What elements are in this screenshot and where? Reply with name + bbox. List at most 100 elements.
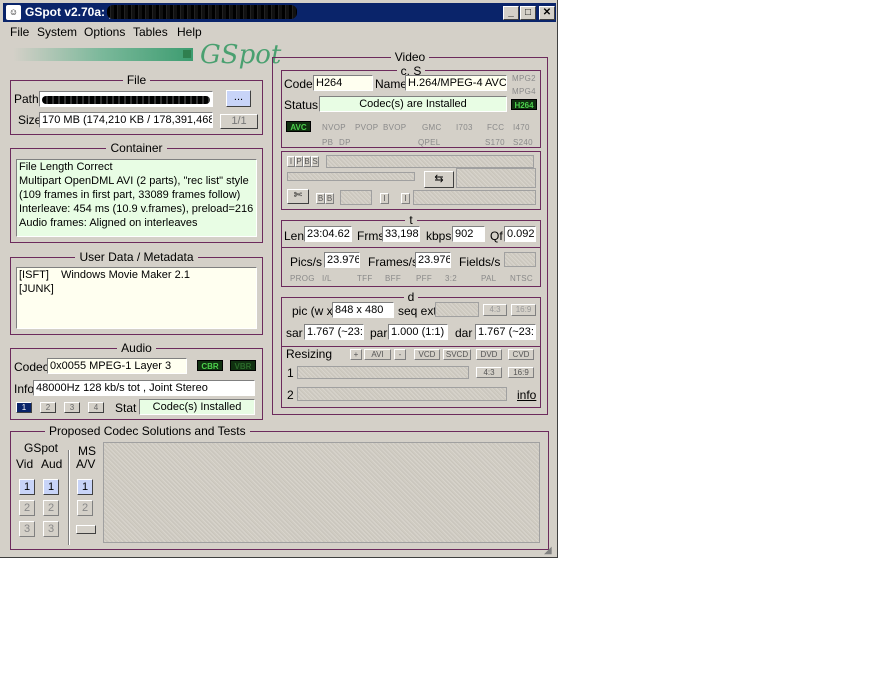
vid-test-2[interactable]: 2 — [19, 500, 35, 516]
ii-2: I — [401, 193, 410, 204]
solutions-area — [103, 442, 540, 543]
ms-test-extra[interactable] — [76, 525, 96, 534]
ar-169-tag: 16:9 — [511, 304, 536, 316]
audio-stat-label: Stat — [115, 401, 137, 415]
resize-minus[interactable]: - — [394, 349, 406, 360]
audio-stream-4[interactable]: 4 — [88, 402, 104, 413]
audio-stream-3[interactable]: 3 — [64, 402, 80, 413]
qf-field: 0.092 — [504, 226, 536, 242]
d-title: d — [403, 290, 419, 304]
mpg2-tag: MPG2 — [512, 74, 536, 83]
container-group: Container File Length Correct Multipart … — [10, 141, 263, 243]
mpg4-tag: MPG4 — [512, 87, 536, 96]
par-field: 1.000 (1:1) — [388, 324, 448, 340]
aud-test-3[interactable]: 3 — [43, 521, 59, 537]
pb-tag: PB — [322, 138, 334, 147]
size-label: Size — [18, 113, 42, 127]
resize-ar-169: 16:9 — [508, 367, 534, 378]
i470-tag: I470 — [513, 123, 530, 132]
audio-stream-2[interactable]: 2 — [40, 402, 56, 413]
aud-test-1[interactable]: 1 — [43, 479, 59, 495]
scan-pal-tag: PAL — [481, 274, 497, 283]
vid-test-1[interactable]: 1 — [19, 479, 35, 495]
len-label: Len — [284, 229, 305, 243]
menu-system[interactable]: System — [37, 25, 77, 39]
resize-grip-icon[interactable]: ◢ — [544, 545, 556, 557]
video-codec-field: H264 — [313, 75, 373, 91]
path-field[interactable] — [39, 91, 213, 107]
file-group: File Path ... Size 170 MB (174,210 KB / … — [10, 73, 263, 135]
frame-sequence-bar — [326, 155, 534, 168]
dar-field: 1.767 (~23: — [475, 324, 536, 340]
pics-field: 23.976 — [324, 252, 360, 268]
audio-group-title: Audio — [117, 341, 156, 355]
file-group-title: File — [122, 73, 151, 87]
audio-codec-field: 0x0055 MPEG-1 Layer 3 — [47, 358, 187, 374]
title-bar[interactable]: ☺ GSpot v2.70a: [ _ □ ✕ — [3, 3, 556, 22]
resizing-label: Resizing — [286, 347, 333, 361]
maximize-button[interactable]: □ — [520, 6, 536, 20]
sar-field: 1.767 (~23: — [304, 324, 364, 340]
audio-group: Audio Codec 0x0055 MPEG-1 Layer 3 CBR VB… — [10, 341, 263, 420]
video-status-field: Codec(s) are Installed — [319, 96, 507, 112]
resize-ar-43: 4:3 — [476, 367, 502, 378]
window-title: GSpot v2.70a: [ — [25, 5, 113, 19]
menu-help[interactable]: Help — [177, 25, 202, 39]
resize-dvd[interactable]: DVD — [476, 349, 502, 360]
menu-file[interactable]: File — [10, 25, 29, 39]
menu-options[interactable]: Options — [84, 25, 125, 39]
resize-avi[interactable]: AVI — [364, 349, 391, 360]
close-button[interactable]: ✕ — [539, 6, 555, 20]
list-item: [ISFT] Windows Movie Maker 2.1 — [19, 269, 190, 281]
list-item: [JUNK] — [19, 283, 54, 295]
resize-cvd[interactable]: CVD — [508, 349, 534, 360]
fcc-tag: FCC — [487, 123, 505, 132]
vid-test-3[interactable]: 3 — [19, 521, 35, 537]
s170-tag: S170 — [485, 138, 505, 147]
bvop-tag: BVOP — [383, 123, 407, 132]
resize-row-2-label: 2 — [287, 388, 294, 402]
proposed-solutions-group: Proposed Codec Solutions and Tests GSpot… — [10, 424, 549, 550]
ms-test-2[interactable]: 2 — [77, 500, 93, 516]
resize-vcd[interactable]: VCD — [414, 349, 440, 360]
bb-1: B — [316, 193, 325, 204]
audio-stream-1[interactable]: 1 — [16, 402, 32, 413]
path-label: Path — [14, 92, 39, 106]
frames-label: Frames/s — [368, 255, 419, 269]
ipbs-p: P — [295, 156, 303, 167]
resize-row-1-field — [297, 366, 469, 379]
menu-tables[interactable]: Tables — [133, 25, 168, 39]
aud-test-2[interactable]: 2 — [43, 500, 59, 516]
resize-plus[interactable]: + — [350, 349, 362, 360]
scan-pff-tag: PFF — [416, 274, 433, 283]
swap-arrows-icon[interactable]: ⇆ — [424, 171, 454, 188]
scissors-icon[interactable]: ✄ — [287, 189, 309, 204]
kbps-field: 902 — [452, 226, 485, 242]
gspot-label: GSpot — [24, 441, 59, 455]
userdata-list: [ISFT] Windows Movie Maker 2.1 [JUNK] — [16, 267, 257, 329]
qf-label: Qf — [490, 229, 503, 243]
minimize-button[interactable]: _ — [503, 6, 519, 20]
frms-field: 33,198 — [382, 226, 420, 242]
nvop-tag: NVOP — [322, 123, 346, 132]
frame-stats-bar — [456, 168, 536, 188]
audio-codec-label: Codec — [14, 360, 49, 374]
browse-button[interactable]: ... — [226, 90, 251, 107]
resize-svcd[interactable]: SVCD — [443, 349, 471, 360]
kbps-label: kbps — [426, 229, 452, 243]
frame-type-subgroup: I P B S ⇆ ✄ B B I I — [281, 151, 541, 210]
info-link[interactable]: info — [517, 388, 536, 402]
container-line: Audio frames: Aligned on interleaves — [19, 217, 198, 229]
ipbs-s: S — [311, 156, 319, 167]
timing-subgroup: t Len 23:04.62 Frms 33,198 kbps 902 Qf 0… — [281, 213, 541, 287]
container-line: Interleave: 454 ms (10.9 v.frames), prel… — [19, 203, 254, 215]
container-line: Multipart OpenDML AVI (2 parts), "rec li… — [19, 175, 249, 187]
video-status-label: Status — [284, 98, 319, 112]
s240-tag: S240 — [513, 138, 533, 147]
gmc-tag: GMC — [422, 123, 442, 132]
frame-pattern-bar — [287, 172, 415, 181]
redacted-filename — [107, 5, 297, 19]
i703-tag: I703 — [456, 123, 473, 132]
dp-tag: DP — [339, 138, 351, 147]
ms-test-1[interactable]: 1 — [77, 479, 93, 495]
